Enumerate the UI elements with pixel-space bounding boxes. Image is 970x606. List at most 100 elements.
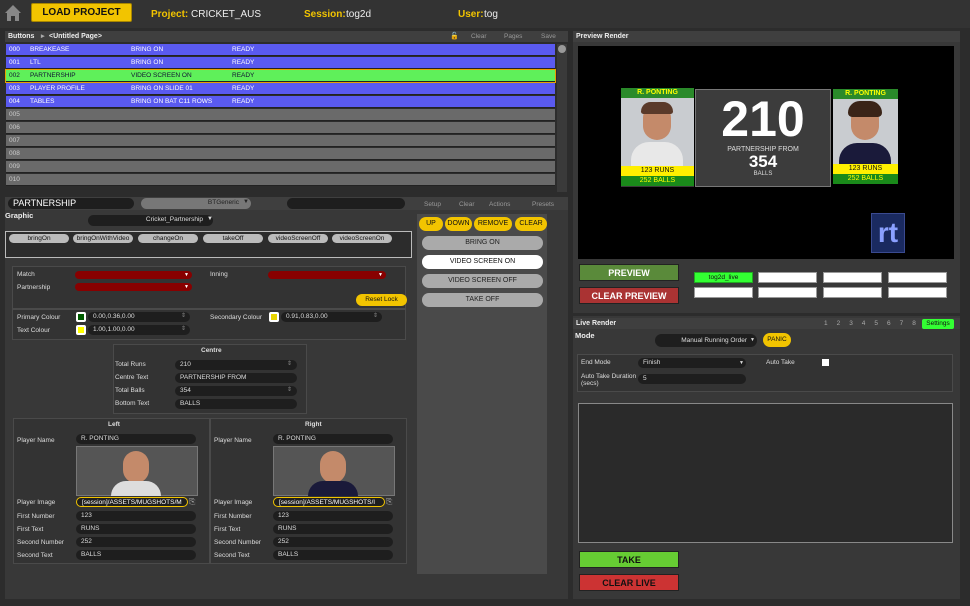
template-select[interactable]: BTGeneric: [141, 198, 251, 209]
live-tab-8[interactable]: 8: [912, 320, 916, 327]
command-videoscreenon[interactable]: videoScreenOn: [332, 234, 392, 243]
running-order-area[interactable]: [578, 403, 953, 543]
secondary-colour-swatch[interactable]: [269, 312, 279, 322]
partnership-select[interactable]: ▼: [75, 283, 192, 291]
action-item[interactable]: VIDEO SCREEN OFF: [422, 274, 543, 288]
live-tab-5[interactable]: 5: [874, 320, 878, 327]
left-player-image-input[interactable]: [session]/ASSETS/MUGSHOTS/M: [76, 497, 188, 507]
clear-actions-button[interactable]: CLEAR: [515, 217, 547, 231]
bottom-text-input[interactable]: BALLS: [175, 399, 297, 409]
presets-link[interactable]: Presets: [532, 201, 554, 208]
inning-select[interactable]: ▼: [268, 271, 386, 279]
right-first-number-input[interactable]: 123: [273, 511, 393, 521]
total-balls-input[interactable]: 354: [175, 386, 297, 396]
pages-link[interactable]: Pages: [504, 31, 522, 42]
up-button[interactable]: UP: [419, 217, 443, 231]
table-row[interactable]: 000 BREAKEASE BRING ON READY: [6, 44, 555, 56]
setup-link[interactable]: Setup: [424, 201, 441, 208]
command-videoscreenoff[interactable]: videoScreenOff: [268, 234, 328, 243]
settings-tab[interactable]: Settings: [922, 319, 954, 329]
table-row[interactable]: 010: [6, 174, 555, 186]
spinner-icon[interactable]: ⇕: [181, 312, 186, 319]
right-file-icon[interactable]: ⎘: [386, 497, 392, 507]
actions-link[interactable]: Actions: [489, 201, 510, 208]
channel-slot[interactable]: [758, 272, 817, 283]
left-second-text-input[interactable]: BALLS: [76, 550, 196, 560]
right-first-text-input[interactable]: RUNS: [273, 524, 393, 534]
command-changeon[interactable]: changeOn: [138, 234, 198, 243]
down-button[interactable]: DOWN: [445, 217, 472, 231]
secondary-colour-input[interactable]: 0.91,0.83,0.00: [281, 312, 382, 322]
clear-preview-button[interactable]: CLEAR PREVIEW: [579, 287, 679, 304]
command-bringonwithvideo[interactable]: bringOnWithVideo: [73, 234, 133, 243]
live-tab-7[interactable]: 7: [900, 320, 904, 327]
left-file-icon[interactable]: ⎘: [189, 497, 195, 507]
end-mode-select[interactable]: Finish: [638, 358, 746, 368]
centre-text-input[interactable]: PARTNERSHIP FROM: [175, 373, 297, 383]
load-project-button[interactable]: LOAD PROJECT: [31, 3, 132, 22]
scrollbar[interactable]: [557, 44, 567, 192]
preview-button[interactable]: PREVIEW: [579, 264, 679, 281]
mode-select[interactable]: Manual Running Order: [655, 334, 757, 347]
table-row[interactable]: 007: [6, 135, 555, 147]
live-tab-4[interactable]: 4: [862, 320, 866, 327]
command-bringon[interactable]: bringOn: [9, 234, 69, 243]
match-select[interactable]: ▼: [75, 271, 192, 279]
table-row[interactable]: 004 TABLES BRING ON BAT C11 ROWS READY: [6, 96, 555, 108]
spinner-icon[interactable]: ⇕: [181, 325, 186, 332]
spinner-icon[interactable]: ⇕: [287, 360, 292, 367]
left-second-number-input[interactable]: 252: [76, 537, 196, 547]
table-row[interactable]: 009: [6, 161, 555, 173]
right-second-text-input[interactable]: BALLS: [273, 550, 393, 560]
command-takeoff[interactable]: takeOff: [203, 234, 263, 243]
table-row[interactable]: 003 PLAYER PROFILE BRING ON SLIDE 01 READY: [6, 83, 555, 95]
take-button[interactable]: TAKE: [579, 551, 679, 568]
channel-slot[interactable]: [888, 272, 947, 283]
primary-colour-input[interactable]: 0.00,0.36,0.00: [88, 312, 190, 322]
clear-editor-link[interactable]: Clear: [459, 201, 475, 208]
table-row[interactable]: 001 LTL BRING ON READY: [6, 57, 555, 69]
table-row[interactable]: 002 PARTNERSHIP VIDEO SCREEN ON READY: [5, 69, 556, 83]
left-first-text-input[interactable]: RUNS: [76, 524, 196, 534]
channel-slot[interactable]: [823, 272, 882, 283]
spinner-icon[interactable]: ⇕: [373, 312, 378, 319]
text-colour-input[interactable]: 1.00,1.00,0.00: [88, 325, 190, 335]
left-first-number-input[interactable]: 123: [76, 511, 196, 521]
text-colour-swatch[interactable]: [76, 325, 86, 335]
graphic-select[interactable]: Cricket_Partnership: [88, 215, 213, 226]
panic-button[interactable]: PANIC: [763, 333, 791, 347]
action-item[interactable]: BRING ON: [422, 236, 543, 250]
live-tab-2[interactable]: 2: [837, 320, 841, 327]
live-tab-6[interactable]: 6: [887, 320, 891, 327]
right-second-number-input[interactable]: 252: [273, 537, 393, 547]
live-tab-3[interactable]: 3: [849, 320, 853, 327]
clear-live-button[interactable]: CLEAR LIVE: [579, 574, 679, 591]
spinner-icon[interactable]: ⇕: [287, 386, 292, 393]
channel-slot[interactable]: [758, 287, 817, 298]
live-tab-1[interactable]: 1: [824, 320, 828, 327]
auto-take-duration-input[interactable]: 5: [638, 374, 746, 384]
table-row[interactable]: 005: [6, 109, 555, 121]
table-row[interactable]: 006: [6, 122, 555, 134]
page-name[interactable]: <Untitled Page>: [49, 31, 102, 42]
channel-slot[interactable]: [888, 287, 947, 298]
lock-icon[interactable]: 🔓: [450, 31, 459, 42]
button-name-input[interactable]: PARTNERSHIP: [8, 198, 134, 209]
right-player-image-input[interactable]: [session]/ASSETS/MUGSHOTS/I: [273, 497, 385, 507]
channel-slot[interactable]: [823, 287, 882, 298]
primary-colour-swatch[interactable]: [76, 312, 86, 322]
channel-slot[interactable]: [694, 287, 753, 298]
search-input[interactable]: [287, 198, 405, 209]
channel-tog2d-live[interactable]: tog2d_live: [694, 272, 753, 283]
total-runs-input[interactable]: 210: [175, 360, 297, 370]
auto-take-checkbox[interactable]: [822, 359, 829, 366]
save-link[interactable]: Save: [541, 31, 556, 42]
action-item[interactable]: VIDEO SCREEN ON: [422, 255, 543, 269]
remove-button[interactable]: REMOVE: [474, 217, 512, 231]
home-icon[interactable]: [4, 3, 22, 23]
right-player-name-input[interactable]: R. PONTING: [273, 434, 393, 444]
table-row[interactable]: 008: [6, 148, 555, 160]
left-player-name-input[interactable]: R. PONTING: [76, 434, 196, 444]
action-item[interactable]: TAKE OFF: [422, 293, 543, 307]
reset-lock-button[interactable]: Reset Lock: [356, 294, 407, 306]
